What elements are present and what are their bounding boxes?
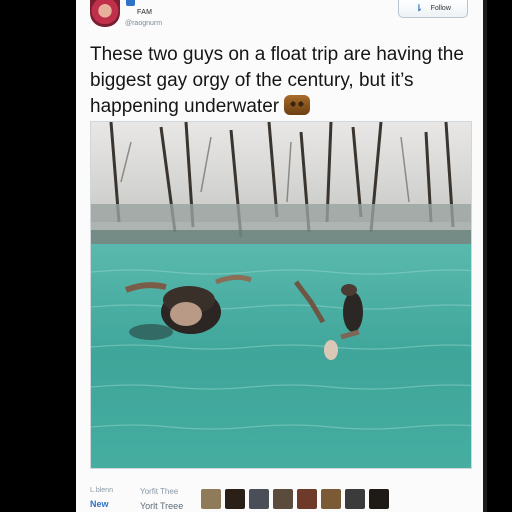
tweet-card: FAM @raognurm ⇂ Follow These two guys on… <box>76 0 483 512</box>
retweet-stat[interactable]: L.blenn New <box>90 487 113 509</box>
liker-avatar[interactable] <box>321 489 341 509</box>
liker-avatars <box>201 489 389 509</box>
face-emoji-icon <box>284 95 311 115</box>
liker-avatar[interactable] <box>249 489 269 509</box>
liker-avatar[interactable] <box>201 489 221 509</box>
underwater-photo <box>91 122 471 468</box>
liker-avatar[interactable] <box>273 489 293 509</box>
liker-avatar[interactable] <box>297 489 317 509</box>
tweet-text: These two guys on a float trip are havin… <box>90 42 475 120</box>
liker-avatar[interactable] <box>345 489 365 509</box>
retweets-label: L.blenn <box>90 487 113 494</box>
follow-user-icon: ⇂ <box>415 3 423 13</box>
author-name[interactable]: FAM <box>137 9 152 16</box>
retweets-value: New <box>90 499 109 509</box>
tweet-media[interactable] <box>90 121 472 469</box>
liker-avatar[interactable] <box>369 489 389 509</box>
follow-label: Follow <box>430 5 451 12</box>
card-border <box>483 0 487 512</box>
likes-label: Yorfit Thee <box>140 487 179 496</box>
likes-value: Yorlt Treee <box>140 501 184 511</box>
follow-button[interactable]: ⇂ Follow <box>398 0 468 18</box>
liker-avatar[interactable] <box>225 489 245 509</box>
author-handle[interactable]: @raognurm <box>125 20 162 27</box>
verified-icon <box>126 0 135 6</box>
likes-stat[interactable]: Yorfit Thee Yorlt Treee <box>140 487 183 511</box>
tweet-text-body: These two guys on a float trip are havin… <box>90 44 464 117</box>
avatar[interactable] <box>90 0 120 27</box>
